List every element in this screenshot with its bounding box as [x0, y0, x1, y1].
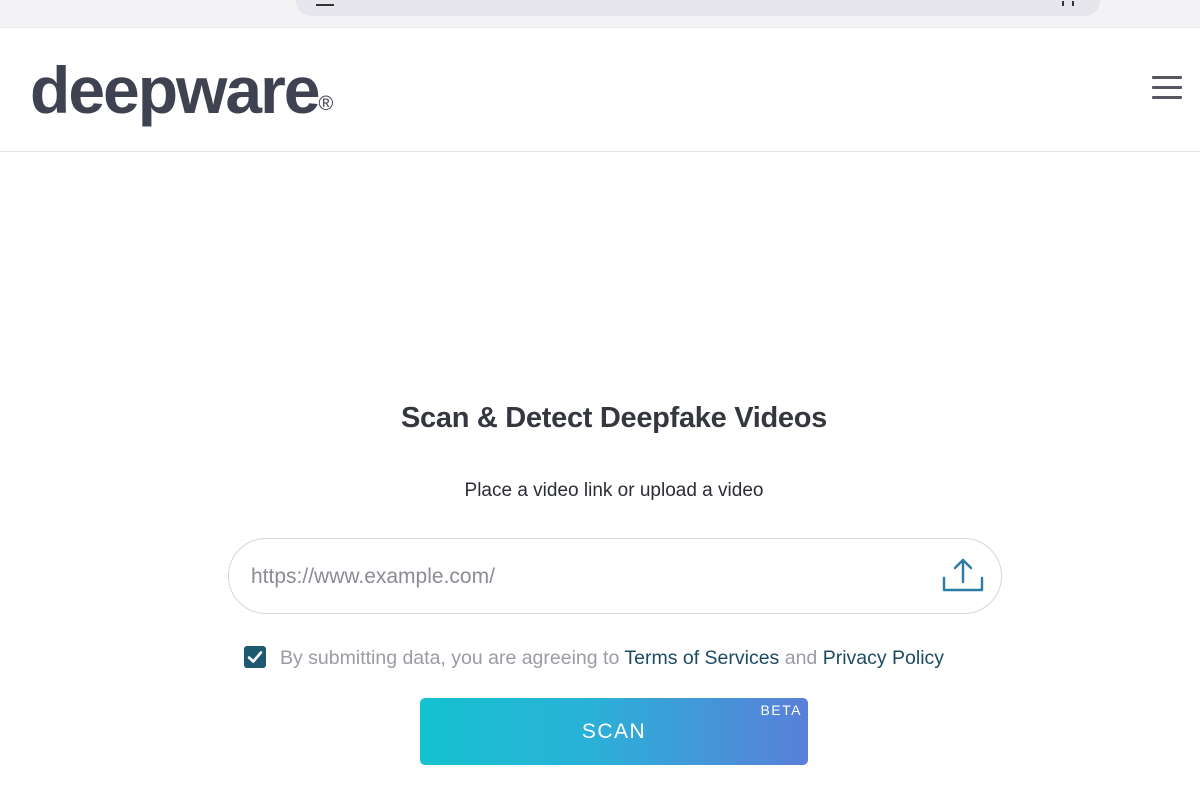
checkmark-icon [247, 651, 263, 663]
menu-line [1152, 76, 1182, 79]
address-bar[interactable] [296, 0, 1100, 16]
menu-line [1152, 96, 1182, 99]
beta-badge: BETA [760, 702, 802, 718]
scan-button[interactable]: SCAN BETA [420, 698, 808, 765]
logo-text: deepware [30, 53, 320, 127]
browser-toolbar [0, 0, 1200, 28]
page-title: Scan & Detect Deepfake Videos [401, 402, 827, 434]
deepware-logo[interactable]: deepware® [30, 50, 333, 130]
terms-checkbox[interactable] [244, 646, 266, 668]
terms-of-services-link[interactable]: Terms of Services [624, 647, 779, 669]
hamburger-menu-icon[interactable] [1150, 74, 1184, 102]
registered-mark: ® [318, 93, 334, 115]
reader-icon[interactable] [1058, 0, 1080, 6]
upload-icon[interactable] [941, 556, 985, 596]
privacy-policy-link[interactable]: Privacy Policy [823, 647, 944, 669]
page-subtitle: Place a video link or upload a video [464, 480, 764, 501]
upload-icon-graphic [942, 558, 984, 592]
video-url-field [228, 538, 1002, 614]
terms-text: By submitting data, you are agreeing to … [280, 644, 944, 672]
scan-button-label: SCAN [581, 720, 647, 743]
menu-line [1152, 86, 1182, 89]
site-header: deepware® [0, 28, 1200, 152]
terms-conjunction: and [779, 647, 823, 669]
lock-icon [316, 0, 334, 6]
terms-prefix: By submitting data, you are agreeing to [280, 647, 625, 669]
video-url-input[interactable] [249, 557, 909, 597]
